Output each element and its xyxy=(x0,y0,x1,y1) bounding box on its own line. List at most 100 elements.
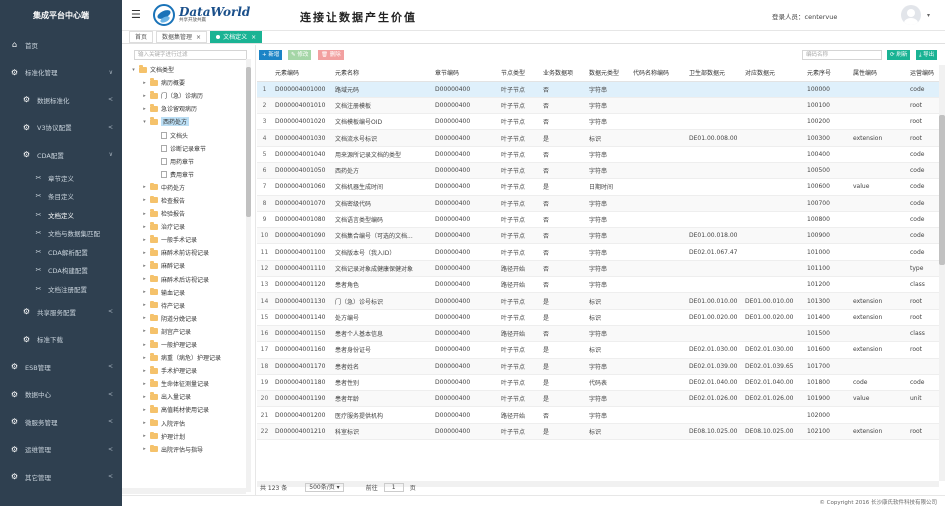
table-row[interactable]: 9 D000004001080 文档语言类型编码 D00000400 叶子节点否字符串 1… xyxy=(257,211,939,229)
tree-node[interactable]: ▸ 生命体征测量记录 xyxy=(122,377,255,390)
table-row[interactable]: 21 D000004001200 医疗服务提供机构 D00000400 路径开始否字符串… xyxy=(257,406,939,424)
sidebar-item[interactable]: ⚙ 数据标准化 < xyxy=(0,86,122,114)
tree-node[interactable]: ▾ 西药处方 xyxy=(122,115,255,128)
tree-node[interactable]: ▸ 阴道分娩记录 xyxy=(122,312,255,325)
toggle-icon[interactable]: ▸ xyxy=(141,184,148,190)
sidebar-item[interactable]: ⚙ 运维管理 < xyxy=(0,436,122,464)
tree-node[interactable]: ▸ 手术护理记录 xyxy=(122,364,255,377)
toggle-icon[interactable]: ▸ xyxy=(141,315,148,321)
close-icon[interactable]: × xyxy=(196,32,201,43)
tree-node[interactable]: ▸ 输血记录 xyxy=(122,286,255,299)
table-row[interactable]: 6 D000004001050 西药处方 D00000400 叶子节点否字符串 10050… xyxy=(257,162,939,180)
tree-node[interactable]: ▸ 麻醉记录 xyxy=(122,259,255,272)
grid-scrollbar[interactable] xyxy=(939,65,945,481)
tree-node[interactable]: ▸ 病重（病危）护理记录 xyxy=(122,351,255,364)
toggle-icon[interactable]: ▸ xyxy=(141,342,148,348)
menu-toggle-icon[interactable]: ☰ xyxy=(131,8,141,21)
tree-node[interactable]: ▸ 急诊留观病历 xyxy=(122,102,255,115)
tree-node[interactable]: 文档头 xyxy=(122,128,255,141)
toggle-icon[interactable]: ▸ xyxy=(141,407,148,413)
add-button[interactable]: + 新增 xyxy=(259,50,283,60)
toggle-icon[interactable]: ▸ xyxy=(141,446,148,452)
table-row[interactable]: 7 D000004001060 文档机器生成时间 D00000400 叶子节点是日期时间… xyxy=(257,178,939,196)
sidebar-item[interactable]: ✂ 文档与数据集匹配 xyxy=(0,224,122,243)
column-header[interactable]: 业务数据项 xyxy=(540,65,586,82)
tree-node[interactable]: ▸ 治疗记录 xyxy=(122,220,255,233)
toggle-icon[interactable]: ▸ xyxy=(141,276,148,282)
toggle-icon[interactable]: ▸ xyxy=(141,355,148,361)
table-row[interactable]: 1 D000004001000 路域元码 D00000400 叶子节点否字符串 10000… xyxy=(257,81,939,98)
tree-node[interactable]: ▸ 门（急）诊病历 xyxy=(122,89,255,102)
table-row[interactable]: 5 D000004001040 用来源所记录文档的类型 D00000400 叶子节点否字… xyxy=(257,146,939,163)
table-row[interactable]: 15 D000004001140 处方编号 D00000400 叶子节点是标识 DE01.… xyxy=(257,309,939,326)
table-row[interactable]: 3 D000004001020 文档模板编号OID D00000400 叶子节点否字符串… xyxy=(257,113,939,131)
close-icon[interactable]: × xyxy=(251,32,256,43)
tree-node[interactable]: ▸ 一般护理记录 xyxy=(122,338,255,351)
edit-button[interactable]: ✎ 修改 xyxy=(288,50,312,60)
toggle-icon[interactable]: ▸ xyxy=(141,197,148,203)
tree-node[interactable]: 费用章节 xyxy=(122,168,255,181)
table-row[interactable]: 22 D000004001210 科室标识 D00000400 叶子节点是标识 DE08.… xyxy=(257,423,939,441)
tree-node[interactable]: 诊断记录章节 xyxy=(122,142,255,155)
table-row[interactable]: 20 D000004001190 患者年龄 D00000400 叶子节点是字符串 DE02… xyxy=(257,390,939,408)
column-header[interactable]: 属性编码 xyxy=(850,65,907,82)
column-header[interactable]: 节点类型 xyxy=(498,65,540,82)
export-button[interactable]: ⤓ 导出 xyxy=(916,50,938,60)
tree-node[interactable]: ▸ 病历概要 xyxy=(122,76,255,89)
tree-node[interactable]: ▸ 麻醉术前访视记录 xyxy=(122,246,255,259)
toggle-icon[interactable]: ▸ xyxy=(141,80,148,86)
table-row[interactable]: 19 D000004001180 患者性别 D00000400 叶子节点是代码表 DE02… xyxy=(257,374,939,392)
column-header[interactable]: 对应数据元 xyxy=(742,65,804,82)
tab[interactable]: 首页 xyxy=(129,31,154,43)
column-header[interactable]: 运营编码 xyxy=(907,65,939,82)
column-header[interactable] xyxy=(257,65,272,82)
toggle-icon[interactable]: ▸ xyxy=(141,289,148,295)
sidebar-item[interactable]: ⚙ 其它管理 < xyxy=(0,463,122,491)
table-row[interactable]: 4 D000004001030 文档流水号标识 D00000400 叶子节点是标识 DE0… xyxy=(257,129,939,147)
tree-search-input[interactable]: 输入关键字进行过滤 xyxy=(134,50,247,60)
table-row[interactable]: 18 D000004001170 患者姓名 D00000400 叶子节点是字符串 DE02… xyxy=(257,358,939,375)
tree-node[interactable]: ▸ 剖宫产记录 xyxy=(122,325,255,338)
sidebar-item[interactable]: ⚙ 微服务管理 < xyxy=(0,408,122,436)
column-header[interactable]: 卫生部数据元 xyxy=(686,65,742,82)
column-header[interactable]: 元素名称 xyxy=(332,65,432,82)
table-row[interactable]: 10 D000004001090 文档集合编号（可选的文档... D00000400 叶… xyxy=(257,227,939,245)
page-input[interactable]: 1 xyxy=(383,482,404,492)
toggle-icon[interactable]: ▸ xyxy=(141,420,148,426)
toggle-icon[interactable]: ▸ xyxy=(141,381,148,387)
refresh-button[interactable]: ⟳ 刷新 xyxy=(887,50,911,60)
sidebar-item[interactable]: ✂ 文档注册配置 xyxy=(0,280,122,299)
delete-button[interactable]: 🗑 删除 xyxy=(318,50,344,60)
toggle-icon[interactable]: ▾ xyxy=(130,67,137,73)
avatar[interactable] xyxy=(901,5,921,25)
sidebar-item[interactable]: ✂ CDA构建配置 xyxy=(0,261,122,280)
tree-node[interactable]: ▸ 出院评估与指导 xyxy=(122,443,255,456)
toggle-icon[interactable]: ▸ xyxy=(141,93,148,99)
tree-node[interactable]: ▸ 一般手术记录 xyxy=(122,233,255,246)
tree-node[interactable]: ▸ 入院评估 xyxy=(122,417,255,430)
sidebar-item[interactable]: ✂ 条目定义 xyxy=(0,187,122,206)
table-row[interactable]: 13 D000004001120 患者角色 D00000400 路径开始否字符串 1012… xyxy=(257,276,939,294)
tree-node[interactable]: ▸ 中药处方 xyxy=(122,181,255,194)
sidebar-item[interactable]: ✂ 文档定义 xyxy=(0,206,122,225)
sidebar-item[interactable]: ⚙ ESB管理 < xyxy=(0,353,122,381)
toggle-icon[interactable]: ▸ xyxy=(141,302,148,308)
tree-node[interactable]: ▸ 高值耗材使用记录 xyxy=(122,403,255,416)
sidebar-item[interactable]: ⚙ 标准下载 xyxy=(0,326,122,354)
toggle-icon[interactable]: ▸ xyxy=(141,250,148,256)
toggle-icon[interactable]: ▾ xyxy=(141,119,148,125)
toggle-icon[interactable]: ▸ xyxy=(141,368,148,374)
table-row[interactable]: 11 D000004001100 文档版本号（我入ID） D00000400 叶子节点否… xyxy=(257,243,939,261)
column-header[interactable]: 元素编码 xyxy=(272,65,332,82)
tree-node[interactable]: ▸ 检验报告 xyxy=(122,207,255,220)
table-row[interactable]: 16 D000004001150 患者个人基本信息 D00000400 路径开始否字符串… xyxy=(257,325,939,343)
sidebar-item[interactable]: ⚙ 标准化管理 ∨ xyxy=(0,59,122,87)
table-row[interactable]: 8 D000004001070 文档密级代码 D00000400 叶子节点否字符串 100… xyxy=(257,195,939,212)
column-header[interactable]: 数据元类型 xyxy=(586,65,630,82)
page-size-select[interactable]: 500条/页 ▾ xyxy=(305,482,344,492)
sidebar-item[interactable]: ⚙ CDA配置 ∨ xyxy=(0,141,122,169)
tree-node[interactable]: ▸ 检查报告 xyxy=(122,194,255,207)
chevron-down-icon[interactable]: ▾ xyxy=(927,12,930,19)
toggle-icon[interactable]: ▸ xyxy=(141,394,148,400)
sidebar-item[interactable]: ⌂ 首页 xyxy=(0,31,122,59)
